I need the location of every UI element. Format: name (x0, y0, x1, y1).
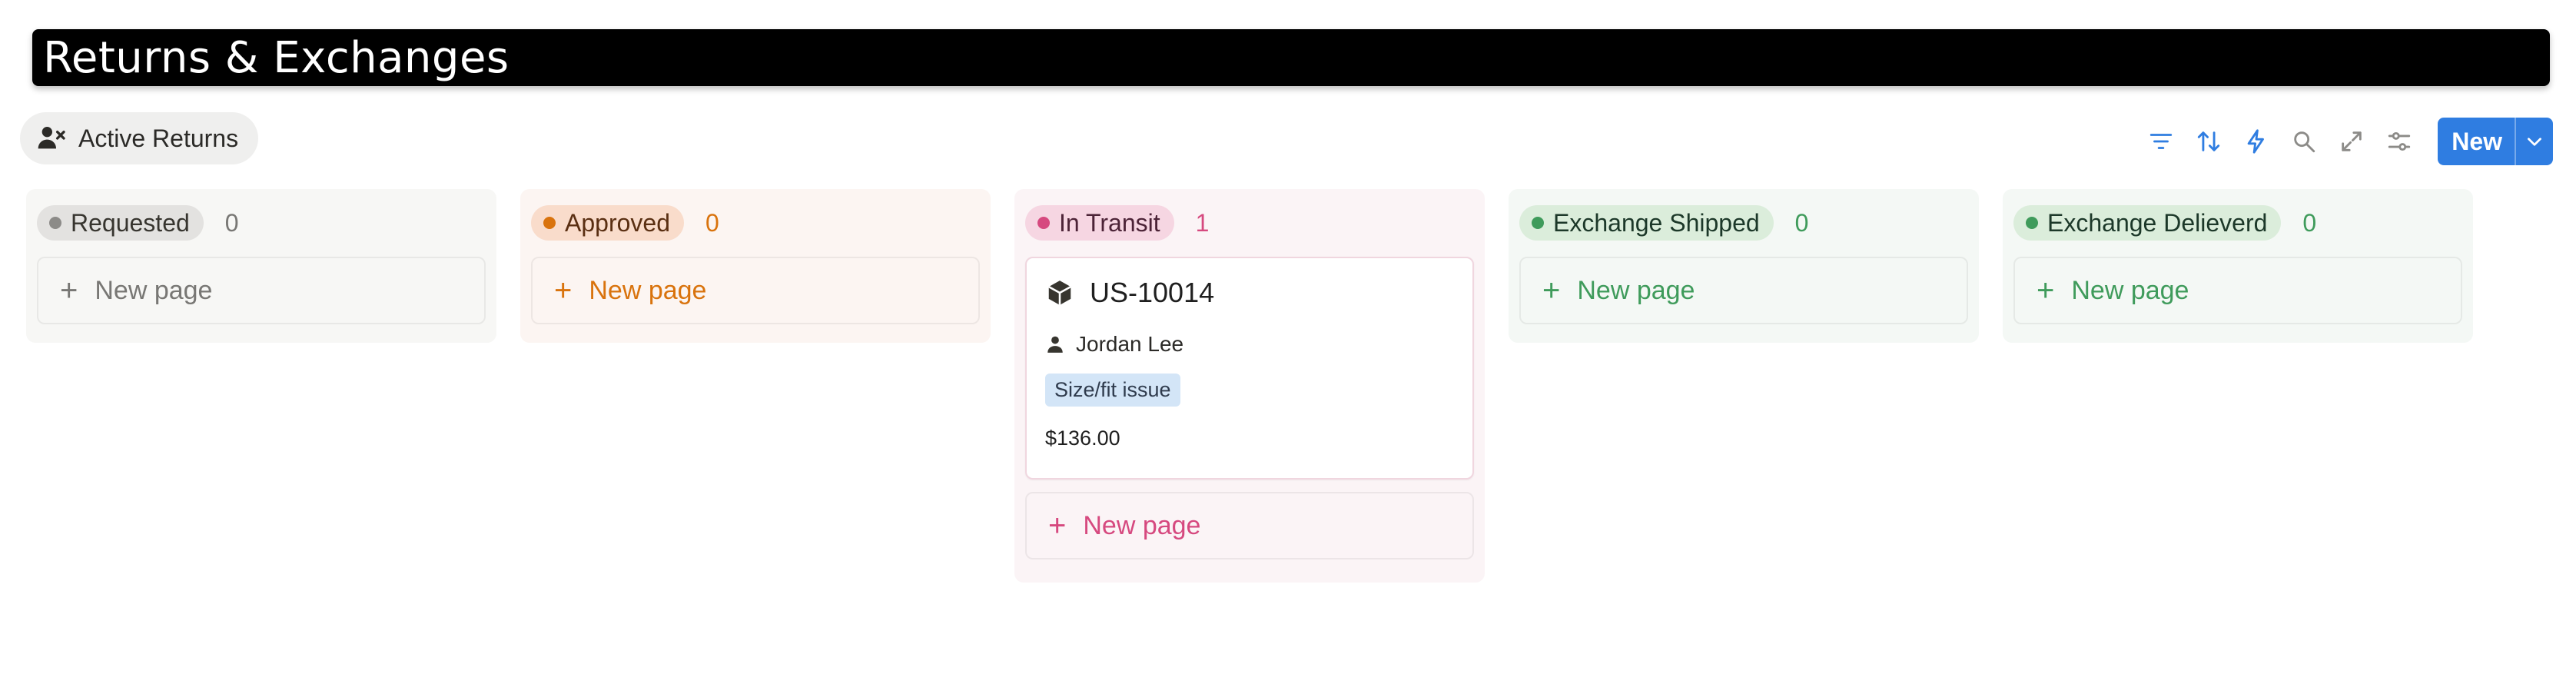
status-dot (1532, 217, 1544, 229)
status-dot (2026, 217, 2038, 229)
return-card[interactable]: US-10014 Jordan Lee Size/fit issue $136.… (1025, 257, 1474, 480)
plus-icon: + (1542, 274, 1561, 307)
page-title: Returns & Exchanges (43, 32, 510, 83)
search-icon[interactable] (2287, 125, 2321, 158)
person-remove-icon (38, 127, 65, 149)
chevron-down-icon (2528, 138, 2541, 146)
toolbar: New (2130, 118, 2576, 165)
reason-tag: Size/fit issue (1045, 374, 1180, 407)
refund-amount: $136.00 (1045, 427, 1120, 450)
column-count: 0 (224, 208, 239, 237)
new-page-label: New page (95, 275, 213, 305)
plus-icon: + (2037, 274, 2055, 307)
view-tab-active-returns[interactable]: Active Returns (20, 112, 259, 164)
automation-icon[interactable] (2239, 125, 2273, 158)
new-button-group: New (2438, 118, 2553, 165)
column-exchange-shipped: Exchange Shipped 0 + New page (1509, 189, 1979, 343)
new-page-label: New page (1577, 275, 1695, 305)
status-pill: Requested (37, 205, 204, 241)
status-label: Exchange Shipped (1553, 208, 1760, 237)
column-exchange-delivered: Exchange Delieverd 0 + New page (2003, 189, 2473, 343)
plus-icon: + (60, 274, 78, 307)
column-header[interactable]: Requested 0 (37, 189, 486, 257)
status-dot (543, 217, 556, 229)
customer-name: Jordan Lee (1076, 332, 1184, 356)
new-page-button[interactable]: + New page (37, 257, 486, 324)
status-pill: In Transit (1025, 205, 1174, 241)
column-count: 0 (705, 208, 719, 237)
card-title: US-10014 (1090, 277, 1215, 308)
column-count: 0 (1794, 208, 1809, 237)
view-tab-label: Active Returns (78, 124, 239, 152)
status-label: In Transit (1059, 208, 1160, 237)
package-icon (1048, 281, 1071, 305)
new-page-button[interactable]: + New page (531, 257, 980, 324)
expand-icon[interactable] (2335, 125, 2369, 158)
column-approved: Approved 0 + New page (520, 189, 991, 343)
new-page-label: New page (1083, 510, 1201, 540)
column-header[interactable]: Approved 0 (531, 189, 980, 257)
new-page-button[interactable]: + New page (2013, 257, 2462, 324)
column-count: 1 (1195, 208, 1210, 237)
new-dropdown-button[interactable] (2516, 131, 2553, 151)
new-page-button[interactable]: + New page (1519, 257, 1968, 324)
status-dot (49, 217, 61, 229)
status-label: Requested (71, 208, 190, 237)
new-page-label: New page (2071, 275, 2189, 305)
column-header[interactable]: In Transit 1 (1025, 189, 1474, 257)
status-label: Exchange Delieverd (2047, 208, 2268, 237)
new-button[interactable]: New (2438, 128, 2515, 156)
person-icon (1047, 336, 1063, 353)
new-page-button[interactable]: + New page (1025, 492, 1474, 559)
column-in-transit: In Transit 1 US-10014 Jordan Lee Size/fi… (1014, 189, 1485, 583)
status-pill: Exchange Delieverd (2013, 205, 2282, 241)
column-header[interactable]: Exchange Shipped 0 (1519, 189, 1968, 257)
sort-icon[interactable] (2192, 125, 2226, 158)
column-requested: Requested 0 + New page (26, 189, 496, 343)
status-pill: Exchange Shipped (1519, 205, 1774, 241)
page-title-bar: Returns & Exchanges (32, 29, 2550, 86)
plus-icon: + (554, 274, 573, 307)
settings-icon[interactable] (2382, 125, 2416, 158)
plus-icon: + (1048, 509, 1067, 543)
filter-icon[interactable] (2144, 125, 2178, 158)
status-pill: Approved (531, 205, 684, 241)
status-dot (1037, 217, 1050, 229)
column-header[interactable]: Exchange Delieverd 0 (2013, 189, 2462, 257)
new-page-label: New page (589, 275, 707, 305)
status-label: Approved (565, 208, 670, 237)
column-count: 0 (2302, 208, 2317, 237)
